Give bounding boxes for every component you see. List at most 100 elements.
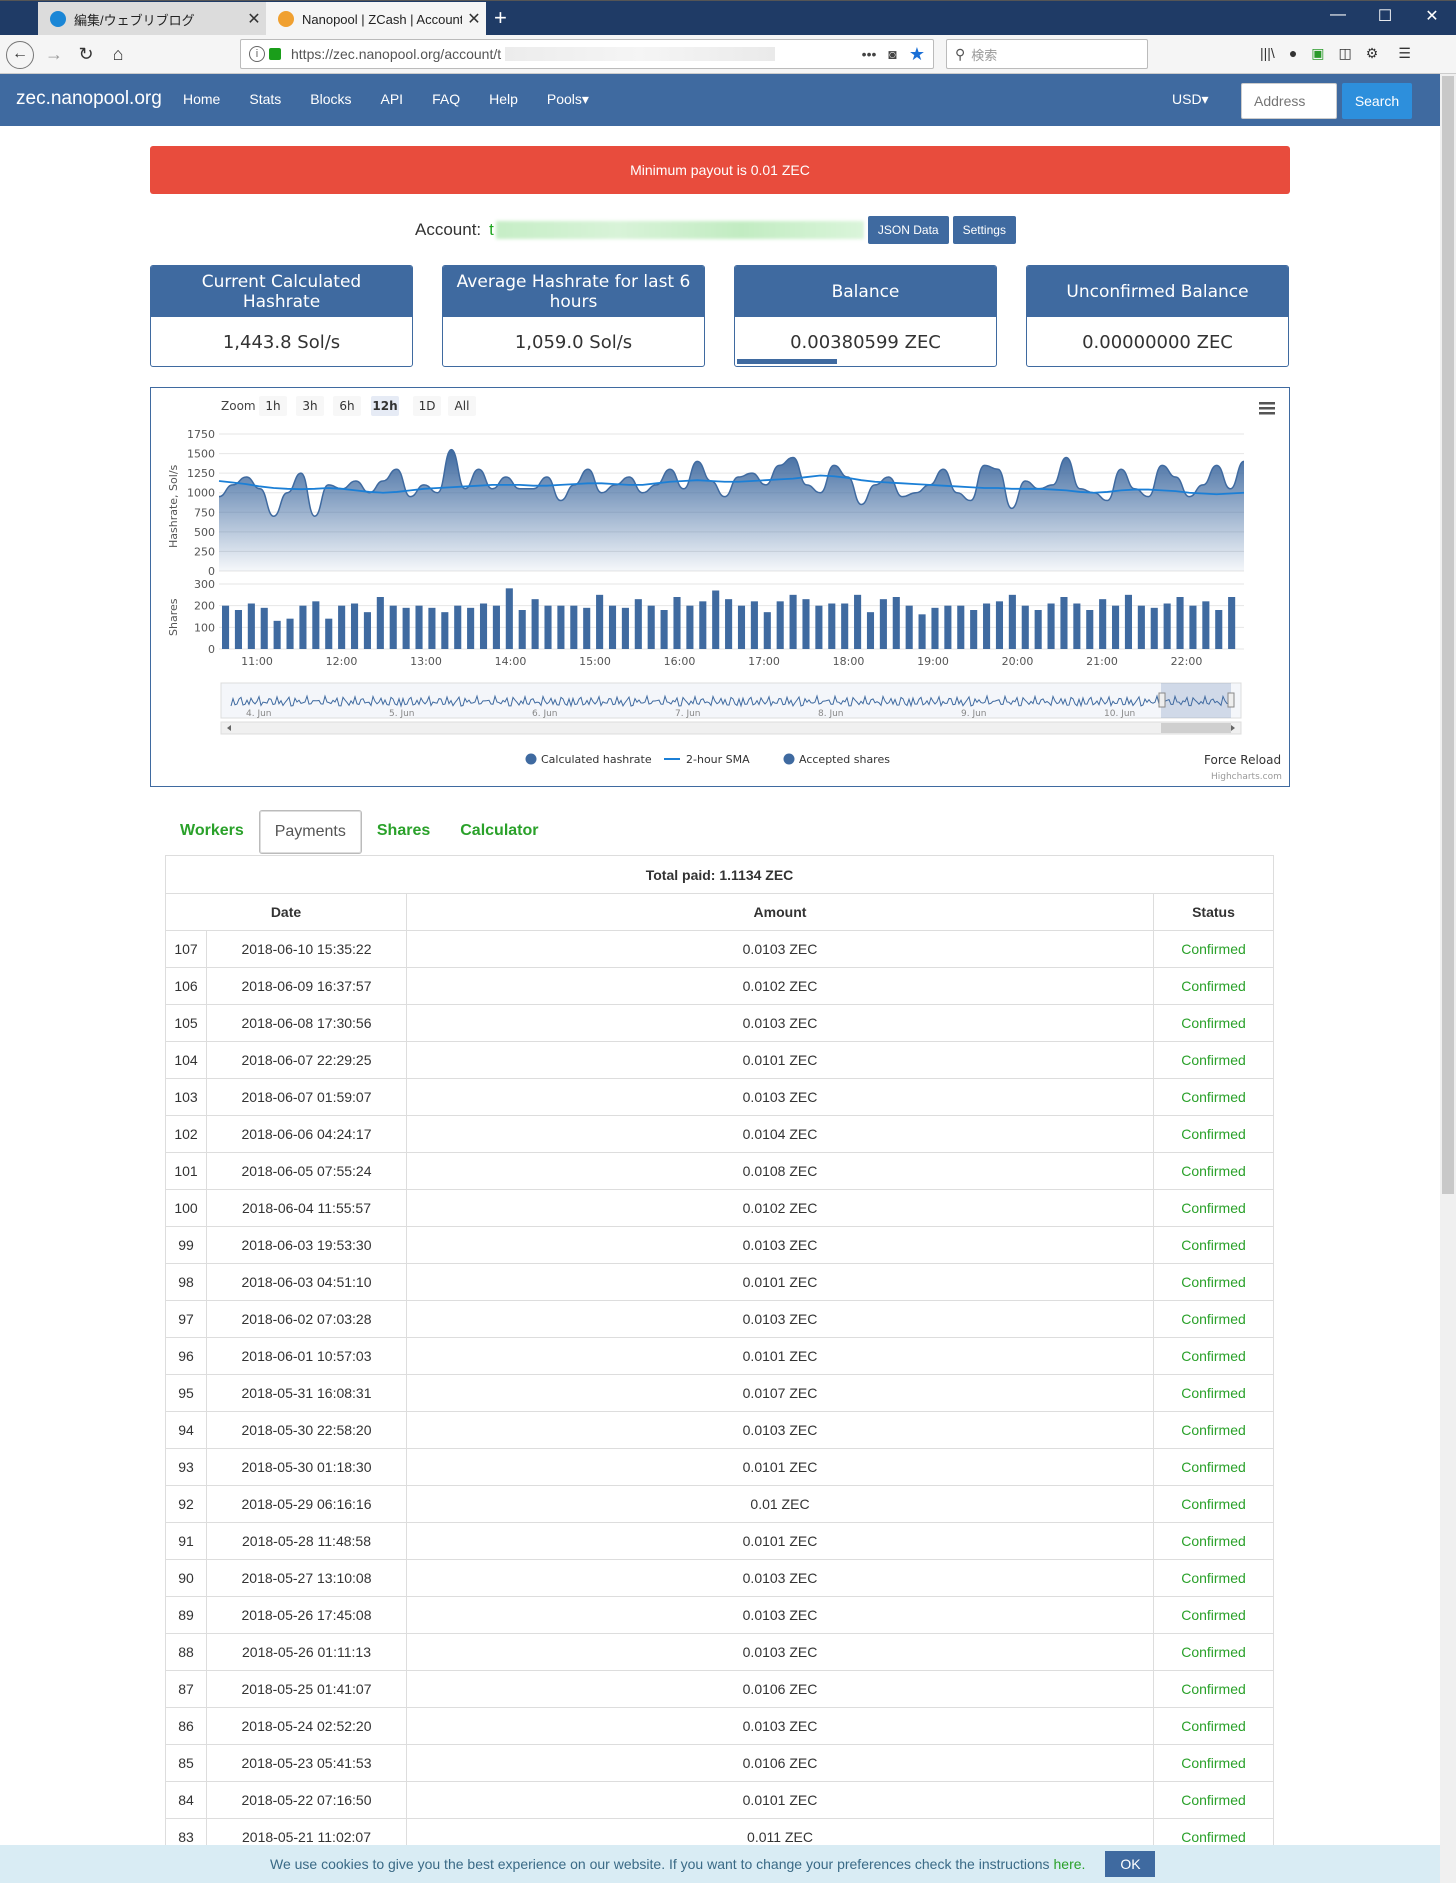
payment-id: 90 — [165, 1559, 207, 1597]
table-row: 102 2018-06-06 04:24:17 0.0104 ZEC Confirme… — [165, 1115, 1274, 1153]
navigator-handle-left[interactable] — [1158, 692, 1166, 708]
nav-blocks[interactable]: Blocks — [310, 91, 351, 108]
tab-payments[interactable]: Payments — [258, 810, 362, 854]
shares-bar — [750, 601, 758, 649]
back-icon[interactable]: ← — [6, 41, 34, 69]
payment-amount: 0.0103 ZEC — [406, 1411, 1154, 1449]
info-icon[interactable]: i — [249, 46, 265, 62]
search-button[interactable]: Search — [1342, 83, 1412, 119]
payment-date: 2018-05-26 01:11:13 — [206, 1633, 407, 1671]
bookmark-star-icon[interactable]: ★ — [909, 44, 925, 65]
payments-table: Total paid: 1.1134 ZEC Date Amount Statu… — [165, 855, 1274, 1856]
force-reload-link[interactable]: Force Reload — [1204, 753, 1281, 767]
search-placeholder: 検索 — [971, 47, 998, 63]
library-icon[interactable]: |||\ — [1260, 45, 1275, 62]
table-row: 94 2018-05-30 22:58:20 0.0103 ZEC Confirmed — [165, 1411, 1274, 1449]
payment-amount: 0.0101 ZEC — [406, 1263, 1154, 1301]
shares-bar — [621, 607, 629, 649]
extension-gear-icon[interactable]: ⚙ — [1366, 45, 1379, 62]
extension-icon[interactable]: ● — [1289, 45, 1297, 62]
nav-home[interactable]: Home — [183, 91, 220, 108]
shares-bar — [854, 594, 862, 649]
cookie-instructions-link[interactable]: here. — [1054, 1856, 1086, 1872]
payment-id: 96 — [165, 1337, 207, 1375]
payment-status: Confirmed — [1153, 1707, 1274, 1745]
nav-faq[interactable]: FAQ — [432, 91, 460, 108]
close-tab-icon[interactable]: ✕ — [242, 9, 266, 29]
hashrate-tick-label: 1500 — [187, 448, 215, 461]
shares-tick-label: 300 — [194, 578, 215, 591]
tab-calculator[interactable]: Calculator — [445, 810, 553, 854]
payment-amount: 0.0103 ZEC — [406, 1559, 1154, 1597]
card-title: Unconfirmed Balance — [1027, 266, 1288, 317]
nav-help[interactable]: Help — [489, 91, 518, 108]
forward-icon[interactable]: → — [40, 41, 68, 69]
close-tab-icon[interactable]: ✕ — [462, 9, 486, 29]
nav-pools[interactable]: Pools▾ — [547, 91, 589, 108]
shares-bar — [1112, 605, 1120, 649]
hashrate-tick-label: 500 — [194, 526, 215, 539]
window-close-icon[interactable]: ✕ — [1412, 6, 1452, 26]
time-tick-label: 21:00 — [1086, 655, 1118, 668]
navigator-scrollbar-thumb[interactable] — [1161, 723, 1231, 733]
json-data-button[interactable]: JSON Data — [867, 216, 949, 244]
header-amount: Amount — [406, 893, 1154, 931]
table-row: 104 2018-06-07 22:29:25 0.0101 ZEC Confirme… — [165, 1041, 1274, 1079]
scrollbar-thumb[interactable] — [1442, 76, 1454, 1194]
shares-bar — [363, 612, 371, 649]
pocket-icon[interactable]: ◙ — [888, 46, 896, 62]
payment-id: 100 — [165, 1189, 207, 1227]
shares-bar — [286, 618, 294, 649]
currency-dropdown[interactable]: USD▾ — [1172, 91, 1209, 108]
min-payout-alert: Minimum payout is 0.01 ZEC — [150, 146, 1290, 194]
minimize-icon[interactable]: — — [1318, 6, 1358, 24]
legend-item[interactable]: Calculated hashrate — [541, 753, 652, 766]
shares-bar — [415, 605, 423, 649]
legend-item[interactable]: 2-hour SMA — [686, 753, 750, 766]
table-row: 85 2018-05-23 05:41:53 0.0106 ZEC Confirmed — [165, 1744, 1274, 1782]
browser-tab-nanopool[interactable]: Nanopool | ZCash | Account ✕ — [266, 2, 486, 36]
zoom-option[interactable]: 3h — [302, 399, 317, 413]
browser-tab-blog[interactable]: 編集/ウェブリブログ ✕ — [38, 2, 266, 36]
home-icon[interactable]: ⌂ — [104, 41, 132, 69]
shares-bar — [763, 612, 771, 649]
payment-id: 84 — [165, 1781, 207, 1819]
settings-button[interactable]: Settings — [952, 216, 1016, 244]
payment-status: Confirmed — [1153, 1781, 1274, 1819]
menu-icon[interactable]: ☰ — [1398, 45, 1411, 62]
navigator-scrollbar[interactable] — [220, 721, 1242, 735]
highcharts-credit[interactable]: Highcharts.com — [1211, 772, 1282, 782]
nav-api[interactable]: API — [381, 91, 404, 108]
time-tick-label: 20:00 — [1002, 655, 1034, 668]
tab-shares[interactable]: Shares — [362, 810, 445, 854]
more-actions-icon[interactable]: ••• — [862, 46, 877, 62]
reload-icon[interactable]: ↻ — [72, 41, 100, 69]
zoom-option[interactable]: 1D — [419, 399, 436, 413]
browser-search-input[interactable]: ⚲ 検索 — [946, 39, 1148, 69]
payment-date: 2018-06-10 15:35:22 — [206, 930, 407, 968]
shares-bar — [608, 605, 617, 649]
maximize-icon[interactable]: ☐ — [1365, 6, 1405, 26]
new-tab-icon[interactable]: + — [494, 5, 507, 31]
nav-stats[interactable]: Stats — [249, 91, 281, 108]
payment-date: 2018-05-23 05:41:53 — [206, 1744, 407, 1782]
tab-workers[interactable]: Workers — [165, 810, 259, 854]
navigator-date-label: 9. Jun — [961, 709, 987, 719]
url-bar[interactable]: i https://zec.nanopool.org/account/t •••… — [240, 39, 934, 69]
payment-date: 2018-06-04 11:55:57 — [206, 1189, 407, 1227]
browser-nav-bar: ← → ↻ ⌂ i https://zec.nanopool.org/accou… — [0, 35, 1456, 74]
legend-item[interactable]: Accepted shares — [799, 753, 890, 766]
extension-green-icon[interactable]: ▣ — [1311, 45, 1324, 62]
sidebar-icon[interactable]: ◫ — [1339, 45, 1352, 62]
zoom-option[interactable]: 1h — [265, 399, 280, 413]
zoom-option[interactable]: 12h — [372, 399, 397, 413]
address-input[interactable] — [1241, 83, 1337, 119]
shares-bar — [1060, 597, 1068, 649]
zoom-option[interactable]: All — [455, 399, 470, 413]
payment-amount: 0.0101 ZEC — [406, 1781, 1154, 1819]
balance-progress-bar — [737, 359, 837, 364]
navigator-handle-right[interactable] — [1227, 692, 1235, 708]
zoom-option[interactable]: 6h — [339, 399, 354, 413]
cookie-ok-button[interactable]: OK — [1105, 1851, 1156, 1877]
site-brand[interactable]: zec.nanopool.org — [16, 88, 162, 110]
